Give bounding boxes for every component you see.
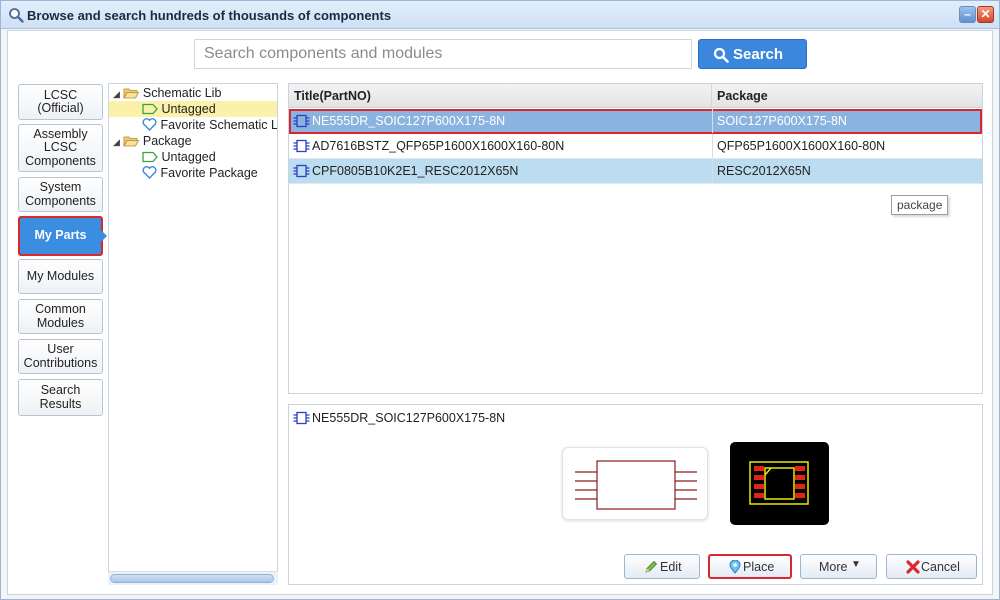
category-label: User Contributions: [23, 342, 98, 370]
row-title-cell: CPF0805B10K2E1_RESC2012X65N: [293, 159, 708, 184]
title-bar: Browse and search hundreds of thousands …: [1, 1, 999, 29]
row-title-cell: NE555DR_SOIC127P600X175-8N: [293, 109, 708, 134]
category-user-contributions[interactable]: User Contributions: [18, 339, 103, 374]
pcb-footprint-icon: [749, 461, 809, 505]
heart-icon: [142, 166, 157, 180]
category-common-modules[interactable]: Common Modules: [18, 299, 103, 334]
close-button[interactable]: ✕: [977, 6, 994, 23]
table-row[interactable]: CPF0805B10K2E1_RESC2012X65N RESC2012X65N: [289, 159, 982, 184]
category-label: LCSC (Official): [37, 87, 84, 115]
place-button[interactable]: Place: [708, 554, 792, 579]
cancel-button-label: Cancel: [921, 560, 960, 574]
component-browser-window: Browse and search hundreds of thousands …: [0, 0, 1000, 600]
search-button-label: Search: [733, 46, 784, 63]
tag-icon: [142, 151, 158, 162]
tree-node-schematic-lib[interactable]: ◢ Schematic Lib: [113, 85, 221, 101]
edit-button-label: Edit: [660, 560, 682, 574]
preview-title: NE555DR_SOIC127P600X175-8N: [293, 411, 505, 426]
expand-triangle-icon: ◢: [113, 89, 120, 99]
minimize-button[interactable]: –: [959, 6, 976, 23]
tree-label: Untagged: [161, 150, 216, 164]
cancel-button[interactable]: Cancel: [886, 554, 977, 579]
tree-label: Untagged: [161, 102, 216, 116]
column-divider: [712, 159, 713, 183]
search-input[interactable]: [194, 39, 692, 69]
category-label: Common Modules: [35, 302, 86, 330]
edit-button[interactable]: Edit: [624, 554, 700, 579]
row-package-cell: QFP65P1600X1600X160-80N: [717, 139, 886, 153]
search-button[interactable]: Search: [698, 39, 807, 69]
expand-triangle-icon: ◢: [113, 137, 120, 147]
scrollbar-thumb[interactable]: [110, 574, 274, 583]
column-divider: [712, 109, 713, 133]
place-button-label: Place: [743, 560, 775, 574]
row-package-cell: SOIC127P600X175-8N: [717, 114, 847, 128]
category-label: Assembly LCSC Components: [25, 126, 96, 168]
table-row[interactable]: NE555DR_SOIC127P600X175-8N SOIC127P600X1…: [289, 109, 982, 134]
parts-table: Title(PartNO) Package NE555DR_SOIC127P60…: [288, 83, 983, 394]
table-row[interactable]: AD7616BSTZ_QFP65P1600X1600X160-80N QFP65…: [289, 134, 982, 159]
tree-label: Schematic Lib: [142, 86, 222, 100]
folder-open-icon: [123, 88, 140, 99]
column-header-title[interactable]: Title(PartNO): [289, 84, 712, 108]
more-button[interactable]: More ▼: [800, 554, 877, 579]
cancel-x-icon: [906, 560, 920, 574]
close-icon: ✕: [980, 7, 991, 21]
chip-icon: [293, 139, 310, 152]
tree-node-schematic-untagged[interactable]: Untagged: [109, 101, 277, 117]
category-label: My Modules: [26, 268, 95, 283]
tree-node-package-untagged[interactable]: Untagged: [142, 149, 216, 165]
chip-icon: [293, 411, 310, 424]
folder-open-icon: [123, 136, 140, 147]
column-header-package[interactable]: Package: [712, 84, 982, 108]
category-lcsc-official[interactable]: LCSC (Official): [18, 84, 103, 120]
category-label: Search Results: [39, 383, 82, 411]
minimize-icon: –: [964, 7, 971, 21]
category-search-results[interactable]: Search Results: [18, 379, 103, 416]
column-divider: [712, 134, 713, 158]
category-my-modules[interactable]: My Modules: [18, 259, 103, 294]
category-assembly-lcsc[interactable]: Assembly LCSC Components: [18, 124, 103, 172]
schematic-symbol-icon: [575, 460, 697, 510]
category-system-components[interactable]: System Components: [18, 177, 103, 212]
magnifier-icon: [9, 8, 24, 23]
tree-label: Favorite Package: [160, 166, 258, 180]
category-label: System Components: [25, 180, 96, 208]
chip-icon: [293, 114, 310, 127]
preview-title-text: NE555DR_SOIC127P600X175-8N: [312, 411, 506, 425]
tree-node-favorite-schematic[interactable]: Favorite Schematic Lib: [142, 117, 278, 133]
heart-icon: [142, 118, 157, 132]
row-package-cell: RESC2012X65N: [717, 164, 811, 178]
row-title-text: NE555DR_SOIC127P600X175-8N: [312, 114, 506, 128]
tree-node-package[interactable]: ◢ Package: [113, 133, 192, 149]
more-button-label: More: [819, 560, 848, 574]
pencil-icon: [645, 560, 658, 573]
category-label: My Parts: [34, 228, 87, 243]
category-my-parts[interactable]: My Parts: [18, 216, 103, 256]
tree-horizontal-scrollbar[interactable]: [108, 571, 278, 585]
active-indicator-arrow: [100, 229, 107, 243]
search-icon: [713, 47, 729, 63]
row-title-cell: AD7616BSTZ_QFP65P1600X1600X160-80N: [293, 134, 708, 159]
tree-label: Favorite Schematic Lib: [160, 118, 278, 132]
column-tooltip: package: [891, 195, 949, 215]
dropdown-caret-icon: ▼: [851, 559, 861, 570]
schematic-preview[interactable]: [562, 447, 708, 520]
tag-icon: [142, 103, 158, 114]
chip-icon: [293, 164, 310, 177]
row-title-text: AD7616BSTZ_QFP65P1600X1600X160-80N: [312, 139, 565, 153]
library-tree: ◢ Schematic Lib Untagged Favorite Schema…: [108, 83, 278, 585]
footprint-preview[interactable]: [730, 442, 829, 525]
tree-node-favorite-package[interactable]: Favorite Package: [142, 165, 258, 181]
row-title-text: CPF0805B10K2E1_RESC2012X65N: [312, 164, 519, 178]
location-pin-icon: [729, 560, 741, 574]
window-title: Browse and search hundreds of thousands …: [27, 8, 392, 23]
tree-label: Package: [142, 134, 192, 148]
